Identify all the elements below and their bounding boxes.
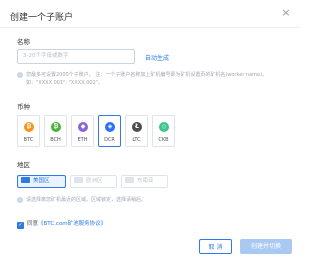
agreement-row: ✓ 同意《BTC.com矿池服务协议》: [17, 219, 106, 229]
create-subaccount-dialog: 创建一个子账户 × 名称 3-20个字母或数字 自动生成 i 您最多可设置2000…: [0, 0, 300, 267]
coin-option-ltc[interactable]: Ł LTC: [125, 115, 148, 147]
coin-label: BCH: [50, 137, 61, 143]
name-hint-example: 如："XXXX.001", "XXXX.002"。: [26, 80, 104, 86]
name-hint-line1: 您最多可设置2000个子账户。 注：一个子账户名称加上矿机编号即为矿机设置页的矿…: [26, 72, 268, 78]
coin-label: DCR: [104, 137, 115, 143]
coin-label: CKB: [158, 137, 169, 143]
region-hint-text: 请选择离您矿机最近的区域。区域锁定，选择请稍后。: [26, 197, 147, 203]
coin-label: ETH: [77, 137, 88, 143]
region-label-text: 东南亚: [137, 178, 154, 184]
cancel-button[interactable]: 取 消: [199, 239, 232, 254]
service-agreement-link[interactable]: 《BTC.com矿池服务协议》: [38, 221, 106, 227]
info-icon: i: [17, 197, 23, 203]
agreement-prefix: 同意: [27, 221, 39, 227]
ltc-icon: Ł: [132, 122, 142, 132]
eu-flag-icon: [74, 177, 83, 183]
create-and-switch-button[interactable]: 创建并切换: [240, 239, 292, 254]
currency-label: 币种: [17, 103, 30, 111]
coin-option-eth[interactable]: ◆ ETH: [71, 115, 94, 147]
header-divider: [0, 27, 300, 28]
name-hint: i 您最多可设置2000个子账户。 注：一个子账户名称加上矿机编号即为矿机设置页的…: [17, 72, 267, 79]
coin-option-bch[interactable]: ₿ BCH: [44, 115, 67, 147]
sea-flag-icon: [125, 177, 134, 183]
coin-option-btc[interactable]: ₿ BTC: [17, 115, 40, 147]
dialog-title: 创建一个子账户: [10, 13, 74, 23]
region-label: 地区: [17, 161, 30, 169]
name-label: 名称: [17, 38, 30, 46]
auto-generate-link[interactable]: 自动生成: [145, 53, 169, 62]
region-option-eu[interactable]: 欧洲区: [70, 175, 117, 188]
coin-label: BTC: [23, 137, 34, 143]
info-icon: i: [17, 72, 23, 78]
dcr-icon: ◈: [105, 122, 115, 132]
eth-icon: ◆: [78, 122, 88, 132]
close-icon[interactable]: ×: [280, 7, 292, 19]
bch-icon: ₿: [51, 122, 61, 132]
region-hint: i 请选择离您矿机最近的区域。区域锁定，选择请稍后。: [17, 197, 146, 204]
coin-option-ckb[interactable]: ◇ CKB: [152, 115, 175, 147]
subaccount-name-input[interactable]: 3-20个字母或数字: [17, 49, 135, 64]
region-option-us[interactable]: 美国区: [17, 175, 66, 188]
coin-label: LTC: [132, 137, 141, 143]
btc-icon: ₿: [24, 122, 34, 132]
agreement-checkbox[interactable]: ✓: [17, 222, 24, 229]
region-label-text: 美国区: [33, 178, 50, 184]
ckb-icon: ◇: [159, 122, 169, 132]
coin-option-dcr[interactable]: ◈ DCR: [98, 115, 121, 147]
region-label-text: 欧洲区: [86, 178, 103, 184]
region-option-sea[interactable]: 东南亚: [121, 175, 168, 188]
us-flag-icon: [21, 177, 30, 183]
